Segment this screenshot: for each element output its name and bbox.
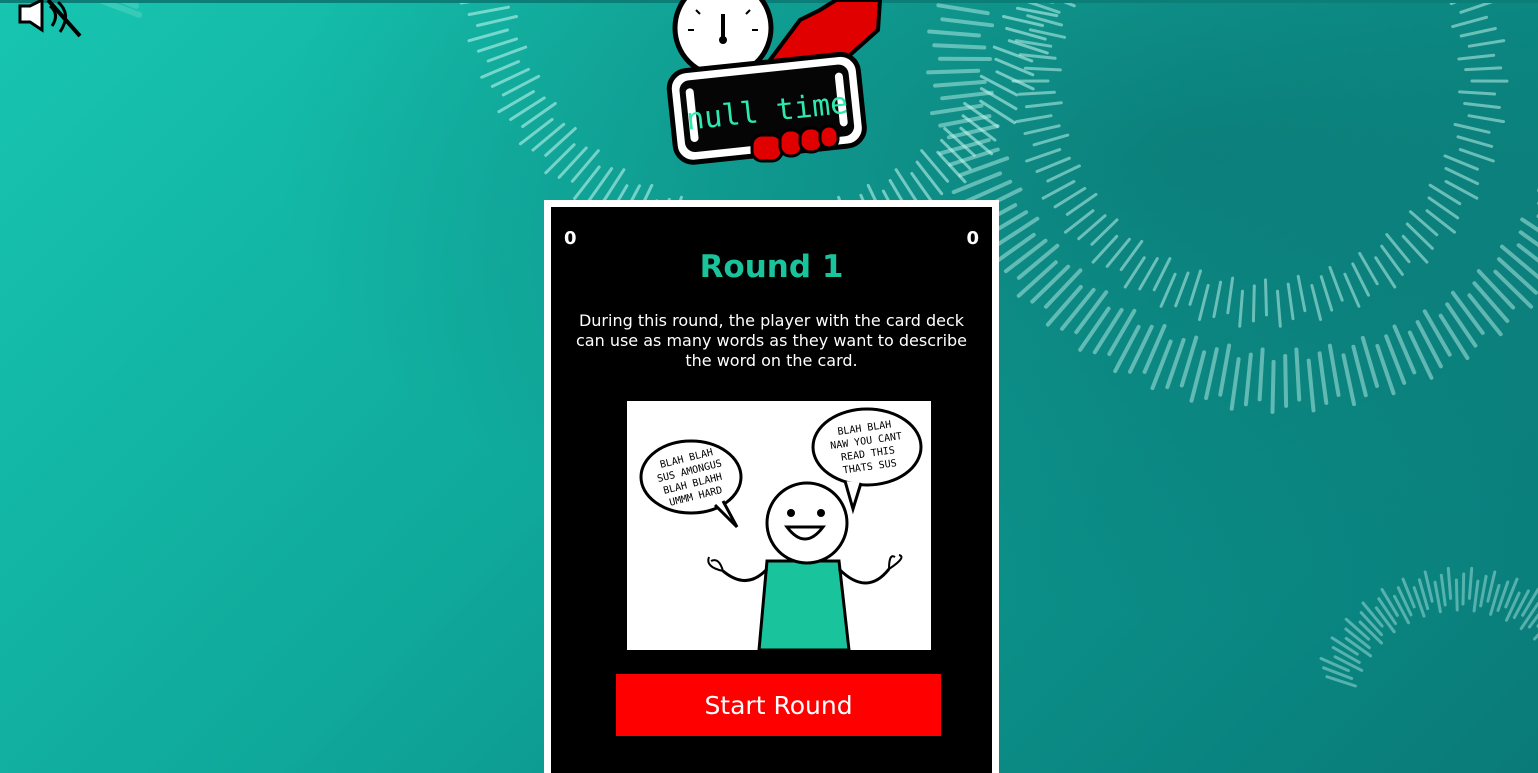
null-time-logo: null time: [660, 0, 885, 175]
background-tick: [1461, 572, 1466, 606]
background-tick: [1264, 278, 1268, 317]
stick-figure: [707, 481, 903, 650]
background-tick: [1017, 90, 1056, 96]
speech-bubble-left: BLAH BLAH SUS AMONGUS BLAH BLAHH UMMM HA…: [639, 439, 743, 529]
round-illustration: BLAH BLAH SUS AMONGUS BLAH BLAHH UMMM HA…: [627, 401, 931, 650]
background-tick: [932, 43, 987, 50]
background-tick: [1270, 359, 1276, 414]
background-tick: [1294, 347, 1302, 402]
mute-toggle-button[interactable]: [14, 0, 90, 44]
score-team-left: 0: [564, 228, 577, 249]
background-tick: [1454, 578, 1459, 612]
round-description: During this round, the player with the c…: [575, 311, 968, 370]
round-title: Round 1: [699, 249, 844, 285]
speaker-muted-icon: [18, 0, 82, 38]
background-tick: [1023, 66, 1062, 72]
round-card: 0 0 Round 1 During this round, the playe…: [544, 200, 999, 773]
background-tick: [926, 68, 981, 75]
start-round-button[interactable]: Start Round: [616, 674, 941, 736]
background-tick: [1283, 354, 1289, 408]
background-tick: [1464, 66, 1503, 72]
score-team-right: 0: [966, 228, 979, 249]
round-card-body: 0 0 Round 1 During this round, the playe…: [551, 207, 992, 773]
background-tick: [1458, 90, 1497, 96]
background-tick: [1251, 284, 1256, 323]
